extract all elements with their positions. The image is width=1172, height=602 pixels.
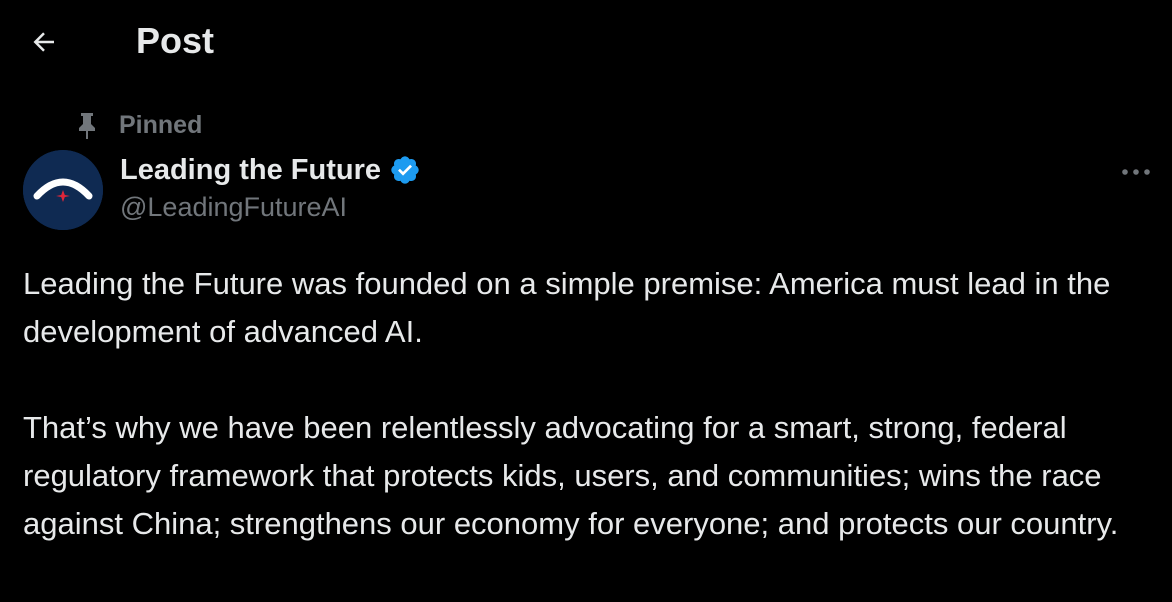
post-paragraph: That’s why we have been relentlessly adv…	[23, 410, 1119, 541]
author-name[interactable]: Leading the Future	[120, 154, 381, 187]
post-paragraph: Leading the Future was founded on a simp…	[23, 266, 1111, 349]
more-horizontal-icon	[1122, 169, 1150, 175]
author-handle[interactable]: @LeadingFutureAI	[120, 192, 347, 223]
page-title: Post	[136, 20, 215, 61]
post-body: Leading the Future was founded on a simp…	[23, 260, 1159, 548]
back-button[interactable]	[26, 24, 62, 60]
pinned-label: Pinned	[119, 110, 203, 139]
arrow-left-icon	[33, 32, 54, 52]
pinned-indicator: Pinned	[74, 110, 202, 140]
more-options-button[interactable]	[1116, 158, 1156, 186]
avatar[interactable]	[23, 150, 103, 230]
author-name-row: Leading the Future	[120, 150, 421, 190]
verified-badge-icon[interactable]	[389, 154, 421, 186]
logo-icon	[23, 150, 103, 230]
pin-icon	[74, 110, 100, 140]
header-bar: Post	[0, 0, 1172, 84]
post-page: Post Pinned Leading the Future @LeadingF…	[0, 0, 1172, 602]
